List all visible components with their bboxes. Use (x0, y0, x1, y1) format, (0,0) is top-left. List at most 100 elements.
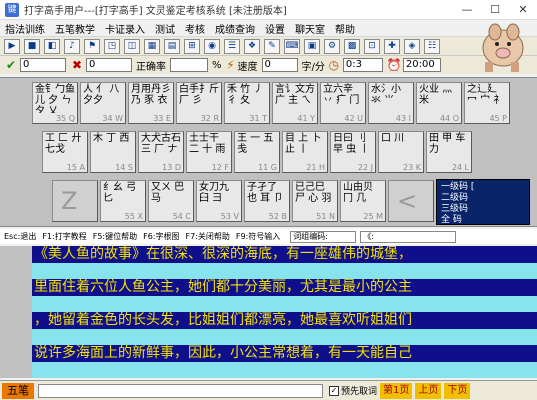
key-roots: 工 匚 廾 七戈 (45, 133, 82, 155)
window-icon[interactable]: ◳ (104, 38, 120, 54)
window-controls: — ☐ ✕ (453, 0, 537, 20)
key-l[interactable]: 田 甲 车 力 24 L (426, 131, 472, 173)
flag-icon[interactable]: ⚑ (84, 38, 100, 54)
key-k[interactable]: 口 川 23 K (378, 131, 424, 173)
menu-bar: 指法训练 五笔教学 卡证录入 测试 考核 成绩查询 设置 聊天室 帮助 (0, 20, 537, 37)
diamond-icon[interactable]: ◈ (404, 38, 420, 54)
layout-icon[interactable]: ◧ (44, 38, 60, 54)
key-code: 41 Y (297, 114, 315, 123)
hint-f7: F7:关闭帮助 (185, 232, 230, 241)
key-c[interactable]: 又ㄨ 巴 马 54 C (148, 180, 194, 222)
key-code: 14 S (115, 163, 133, 172)
key-roots: 之辶廴 冖 宀 礻 (467, 84, 504, 106)
table-icon[interactable]: ⊞ (184, 38, 200, 54)
input-line[interactable] (32, 362, 537, 378)
key-comma[interactable]: < (388, 180, 434, 222)
check-icon: ✔ (5, 58, 17, 72)
key-m[interactable]: 山由贝 冂 几 25 M (340, 180, 386, 222)
key-roots: 金钅勹鱼儿 夕 ㄣ 夕 乂 (35, 84, 75, 113)
menu-exam[interactable]: 考核 (180, 21, 210, 36)
key-roots: 日曰 刂 早 虫 丨 (333, 133, 370, 155)
menu-card-entry[interactable]: 卡证录入 (100, 21, 150, 36)
key-comma-label: < (397, 187, 418, 215)
level-3: 三级码 (441, 204, 469, 214)
cross-icon: ✖ (71, 58, 83, 72)
hint-f5: F5:键位帮助 (92, 232, 138, 241)
prev-page-button[interactable]: 上页 (415, 382, 442, 399)
key-y[interactable]: 言讠文方 广 主 ㄟ 41 Y (272, 82, 318, 124)
pattern-icon[interactable]: ▩ (344, 38, 360, 54)
key-r[interactable]: 白手扌斤 厂 彡 32 R (176, 82, 222, 124)
maximize-button[interactable]: ☐ (481, 0, 509, 20)
key-z[interactable]: Z (52, 180, 98, 222)
prefetch-checkbox[interactable]: ✓ (329, 385, 339, 396)
menu-chat-room[interactable]: 聊天室 (290, 21, 330, 36)
key-code: 13 D (162, 163, 181, 172)
close-button[interactable]: ✕ (509, 0, 537, 20)
input-line[interactable] (32, 263, 537, 279)
key-a[interactable]: 工 匚 廾 七戈 15 A (42, 131, 88, 173)
key-code: 21 H (306, 163, 325, 172)
music-icon[interactable]: ♪ (64, 38, 80, 54)
stop-icon[interactable]: ■ (24, 38, 40, 54)
key-b[interactable]: 子孑了 也 耳 卩 52 B (244, 180, 290, 222)
menu-icon[interactable]: ☰ (224, 38, 240, 54)
menu-score-query[interactable]: 成绩查询 (210, 21, 260, 36)
key-j[interactable]: 日曰 刂 早 虫 丨 22 J (330, 131, 376, 173)
key-roots: 纟幺 弓 匕 (103, 182, 137, 204)
key-q[interactable]: 金钅勹鱼儿 夕 ㄣ 夕 乂 35 Q (32, 82, 78, 124)
play-icon[interactable]: ▶ (4, 38, 20, 54)
menu-finger-training[interactable]: 指法训练 (0, 21, 50, 36)
key-v[interactable]: 女刀九 臼 彐 53 V (196, 180, 242, 222)
menu-wubi-teaching[interactable]: 五笔教学 (50, 21, 100, 36)
gear-icon[interactable]: ⚙ (324, 38, 340, 54)
minimize-button[interactable]: — (453, 0, 481, 20)
key-roots: 月用丹彡 乃 豕 衣 (131, 84, 171, 106)
plus-icon[interactable]: ✚ (384, 38, 400, 54)
list-icon[interactable]: ▤ (164, 38, 180, 54)
key-n[interactable]: 已己巳 尸 心 羽 51 N (292, 180, 338, 222)
key-roots: 山由贝 冂 几 (343, 182, 373, 204)
typing-area: 《美人鱼的故事》在很深、很深的海底，有一座雄伟的城堡， 里面住着六位人鱼公主，她… (32, 246, 537, 378)
composition-input[interactable] (38, 383, 323, 398)
speed-unit: 字/分 (301, 61, 325, 73)
ime-mode-badge[interactable]: 五笔 (2, 382, 34, 399)
key-d[interactable]: 大犬古石 三 厂 ナ 13 D (138, 131, 184, 173)
key-i[interactable]: 水氵小 氺 ⺌ 43 I (368, 82, 414, 124)
menu-test[interactable]: 测试 (150, 21, 180, 36)
key-e[interactable]: 月用丹彡 乃 豕 衣 33 E (128, 82, 174, 124)
phrase-code-field[interactable]: 《: (360, 230, 457, 243)
key-w[interactable]: 人 亻 八 夕夕 34 W (80, 82, 126, 124)
key-s[interactable]: 木 丁 西 14 S (90, 131, 136, 173)
panel-icon[interactable]: ◫ (124, 38, 140, 54)
key-roots: 禾 竹 丿 彳 夂 (227, 84, 264, 106)
key-p[interactable]: 之辶廴 冖 宀 礻 45 P (464, 82, 510, 124)
wubi-keyboard: 金钅勹鱼儿 夕 ㄣ 夕 乂 35 Q 人 亻 八 夕夕 34 W 月用丹彡 乃 豕 … (0, 77, 537, 227)
trigram-icon[interactable]: ☷ (424, 38, 440, 54)
record-icon[interactable]: ◉ (204, 38, 220, 54)
edit-icon[interactable]: ✎ (264, 38, 280, 54)
next-page-button[interactable]: 下页 (444, 382, 471, 399)
prefetch-option[interactable]: ✓ 预先取词 (329, 384, 377, 397)
frame-icon[interactable]: ⊡ (364, 38, 380, 54)
input-line[interactable] (32, 329, 537, 345)
key-roots: 火业 灬 米 (419, 84, 453, 106)
menu-settings[interactable]: 设置 (260, 21, 290, 36)
text-line-pair: ，她留着金色的长头发，比姐姐们都漂亮，她最喜欢听姐姐们 (32, 312, 537, 345)
box-icon[interactable]: ▣ (304, 38, 320, 54)
key-t[interactable]: 禾 竹 丿 彳 夂 31 T (224, 82, 270, 124)
grid-icon[interactable]: ▦ (144, 38, 160, 54)
key-g[interactable]: 王 一 五 戋 11 G (234, 131, 280, 173)
key-h[interactable]: 目 上 卜 止 丨 21 H (282, 131, 328, 173)
input-line[interactable] (32, 296, 537, 312)
keyboard-icon[interactable]: ⌨ (284, 38, 300, 54)
key-x[interactable]: 纟幺 弓 匕 55 X (100, 180, 146, 222)
menu-help[interactable]: 帮助 (330, 21, 360, 36)
key-f[interactable]: 土士干 二 十 雨 12 F (186, 131, 232, 173)
key-u[interactable]: 立六辛 丷 疒 门 42 U (320, 82, 366, 124)
mascot-pig-icon (482, 23, 524, 72)
key-roots: 土士干 二 十 雨 (189, 133, 226, 155)
key-o[interactable]: 火业 灬 米 44 O (416, 82, 462, 124)
key-code: 25 M (363, 212, 383, 221)
special-icon[interactable]: ❖ (244, 38, 260, 54)
